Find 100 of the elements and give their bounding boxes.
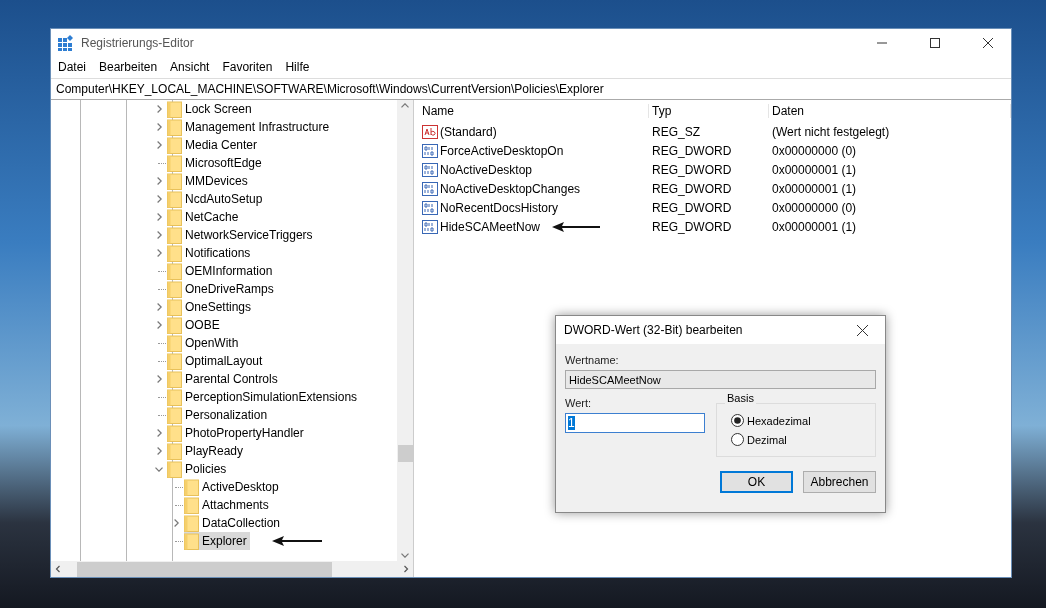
chevron-icon[interactable] [401, 103, 409, 108]
tree-item[interactable]: PlayReady [167, 442, 247, 460]
horizontal-scrollbar[interactable] [51, 561, 413, 577]
arrow-drawing [552, 221, 601, 232]
folder-icon [184, 496, 199, 514]
vertical-scrollbar[interactable] [397, 100, 413, 561]
close-icon [983, 37, 993, 48]
tree-item[interactable]: Attachments [184, 496, 272, 514]
tree-item[interactable]: PhotoPropertyHandler [167, 424, 307, 442]
radio-option[interactable]: Hexadezimal [731, 414, 875, 427]
value-type: REG_DWORD [651, 143, 733, 158]
tree-item[interactable]: OneSettings [167, 298, 255, 316]
chevron-icon[interactable] [156, 195, 162, 203]
value-name[interactable]: HideSCAMeetNow [419, 219, 649, 234]
tree-item[interactable]: NetworkServiceTriggers [167, 226, 316, 244]
binary-value-icon [422, 181, 438, 196]
tree-item[interactable]: PerceptionSimulationExtensions [167, 388, 361, 406]
binary-value-icon [422, 162, 438, 177]
value-name[interactable]: NoActiveDesktop [419, 162, 649, 177]
folder-icon [167, 334, 182, 352]
value-name[interactable]: NoActiveDesktopChanges [419, 181, 649, 196]
value-name[interactable]: (Standard) [419, 124, 649, 139]
menu-item[interactable]: Favoriten [217, 60, 278, 74]
column-header[interactable]: Daten [769, 104, 1011, 118]
tree-item[interactable]: Lock Screen [167, 100, 255, 118]
tree-item[interactable]: MicrosoftEdge [167, 154, 265, 172]
folder-icon [167, 100, 182, 118]
tree-item[interactable]: Explorer [184, 532, 250, 550]
radio-button-icon[interactable] [731, 433, 744, 446]
menu-item[interactable]: Hilfe [280, 60, 315, 74]
group-label: Basis [725, 392, 756, 404]
chevron-icon[interactable] [156, 375, 162, 383]
field-label: Wert: [565, 397, 593, 409]
app-icon [58, 34, 74, 51]
column-header[interactable]: Typ [649, 104, 769, 118]
value-name[interactable]: ForceActiveDesktopOn [419, 143, 649, 158]
folder-icon [167, 226, 182, 244]
address-bar[interactable]: Computer\HKEY_LOCAL_MACHINE\SOFTWARE\Microsoft\Windows\CurrentVersion\Policies\Explorer [51, 78, 1011, 100]
chevron-icon[interactable] [156, 321, 162, 329]
chevron-icon[interactable] [156, 303, 162, 311]
chevron-icon[interactable] [156, 141, 162, 149]
chevron-icon[interactable] [156, 429, 162, 437]
folder-icon [167, 298, 182, 316]
tree-item[interactable]: OOBE [167, 316, 223, 334]
folder-icon [167, 118, 182, 136]
value-data: 0x00000001 (1) [771, 162, 858, 177]
chevron-icon[interactable] [156, 105, 162, 113]
scrollbar-thumb[interactable] [77, 561, 332, 577]
value-input-field[interactable]: 1 [565, 413, 705, 433]
radio-button-icon[interactable] [731, 414, 744, 427]
tree-item[interactable]: Parental Controls [167, 370, 281, 388]
tree-item[interactable]: Policies [167, 460, 230, 478]
chevron-icon[interactable] [401, 553, 409, 558]
value-type: REG_DWORD [651, 219, 733, 234]
tree-item[interactable]: Notifications [167, 244, 254, 262]
folder-icon [167, 370, 182, 388]
tree-item[interactable]: OEMInformation [167, 262, 276, 280]
tree-item[interactable]: OptimalLayout [167, 352, 266, 370]
chevron-icon[interactable] [156, 231, 162, 239]
folder-icon [167, 406, 182, 424]
menu-item[interactable]: Datei [53, 60, 91, 74]
value-name-field[interactable]: HideSCAMeetNow [565, 370, 876, 389]
dialog-button[interactable]: OK [720, 471, 793, 493]
arrow-drawing [271, 536, 322, 546]
folder-icon [167, 190, 182, 208]
folder-icon [167, 460, 182, 478]
menu-item[interactable]: Bearbeiten [94, 60, 163, 74]
chevron-icon[interactable] [156, 213, 162, 221]
value-type: REG_DWORD [651, 181, 733, 196]
close-icon [856, 324, 868, 336]
dialog-button[interactable]: Abbrechen [803, 471, 876, 493]
tree-item[interactable]: ActiveDesktop [184, 478, 282, 496]
tree-item[interactable]: Management Infrastructure [167, 118, 333, 136]
scrollbar-thumb[interactable] [397, 445, 413, 462]
value-data: 0x00000000 (0) [771, 200, 858, 215]
tree-item[interactable]: DataCollection [184, 514, 284, 532]
chevron-icon[interactable] [173, 519, 179, 527]
radio-option[interactable]: Dezimal [731, 433, 875, 446]
chevron-icon[interactable] [155, 466, 163, 472]
tree-item[interactable]: Media Center [167, 136, 261, 154]
chevron-icon[interactable] [156, 177, 162, 185]
folder-icon [167, 316, 182, 334]
menu-item[interactable]: Ansicht [165, 60, 215, 74]
tree-item[interactable]: OneDriveRamps [167, 280, 277, 298]
tree-item[interactable]: OpenWith [167, 334, 242, 352]
chevron-icon[interactable] [156, 249, 162, 257]
chevron-icon[interactable] [156, 123, 162, 131]
tree-item[interactable]: Personalization [167, 406, 271, 424]
folder-icon [184, 514, 199, 532]
tree-item[interactable]: NcdAutoSetup [167, 190, 266, 208]
binary-value-icon [422, 200, 438, 215]
chevron-icon[interactable] [156, 447, 162, 455]
field-label: Wertname: [565, 354, 620, 366]
tree-item[interactable]: NetCache [167, 208, 242, 226]
value-name[interactable]: NoRecentDocsHistory [419, 200, 649, 215]
column-header[interactable]: Name [419, 104, 649, 118]
tree-item[interactable]: MMDevices [167, 172, 251, 190]
value-data: 0x00000001 (1) [771, 219, 858, 234]
binary-value-icon [422, 143, 438, 158]
string-value-icon [422, 124, 438, 139]
